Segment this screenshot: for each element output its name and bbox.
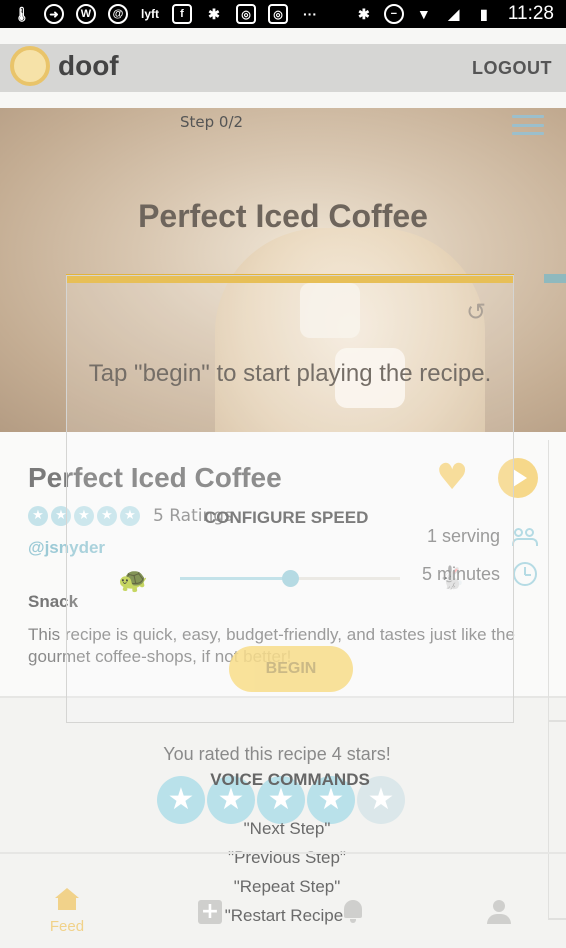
instagram-icon: ◎ bbox=[236, 4, 256, 24]
step-counter: Step 0/2 bbox=[180, 113, 244, 131]
circle-arrow-icon: ➜ bbox=[44, 4, 64, 24]
speed-dialog bbox=[66, 275, 514, 723]
home-icon bbox=[55, 888, 79, 910]
app-logo[interactable]: doof bbox=[10, 46, 119, 86]
menu-icon[interactable] bbox=[512, 115, 544, 135]
player-progress-remainder bbox=[544, 274, 566, 283]
user-rating-text: You rated this recipe 4 stars! bbox=[163, 744, 391, 764]
logout-button[interactable]: LOGOUT bbox=[472, 58, 552, 79]
logo-text: doof bbox=[58, 50, 119, 81]
clock-icon bbox=[513, 562, 537, 586]
wifi-icon: ▼ bbox=[416, 6, 431, 22]
facebook-icon: f bbox=[172, 4, 192, 24]
more-icon: ··· bbox=[303, 6, 317, 22]
people-icon bbox=[512, 528, 538, 546]
bottom-nav: Feed + bbox=[0, 854, 566, 948]
w-app-icon: W bbox=[76, 4, 96, 24]
nav-feed[interactable]: Feed bbox=[46, 888, 88, 935]
battery-icon: ▮ bbox=[480, 5, 488, 22]
chat-app-icon: @ bbox=[108, 4, 128, 24]
profile-icon[interactable] bbox=[487, 900, 511, 924]
lyft-icon: lyft bbox=[141, 7, 159, 21]
bluetooth-icon: ✱ bbox=[357, 5, 370, 22]
voice-command: "Next Step" bbox=[243, 819, 331, 838]
status-bar: 🌡 ➜ W @ lyft f ✱ ◎ ◎ ··· ✱ − ▼ ◢ ▮ 11:28 bbox=[0, 0, 566, 28]
status-time: 11:28 bbox=[507, 3, 554, 24]
logo-icon bbox=[10, 46, 50, 86]
yelp-icon: ✱ bbox=[208, 5, 220, 22]
nav-feed-label: Feed bbox=[49, 918, 85, 935]
voice-commands-title: VOICE COMMANDS bbox=[210, 770, 370, 789]
instagram-icon: ◎ bbox=[268, 4, 288, 24]
bell-icon[interactable] bbox=[342, 900, 364, 924]
signal-icon: ◢ bbox=[448, 5, 460, 22]
app-header: doof LOGOUT bbox=[0, 28, 566, 108]
star-icon: ★ bbox=[28, 506, 48, 526]
add-recipe-icon[interactable]: + bbox=[198, 900, 222, 924]
thermometer-icon: 🌡 bbox=[13, 5, 31, 22]
dnd-icon: − bbox=[383, 4, 404, 24]
player-title: Perfect Iced Coffee bbox=[138, 198, 428, 234]
